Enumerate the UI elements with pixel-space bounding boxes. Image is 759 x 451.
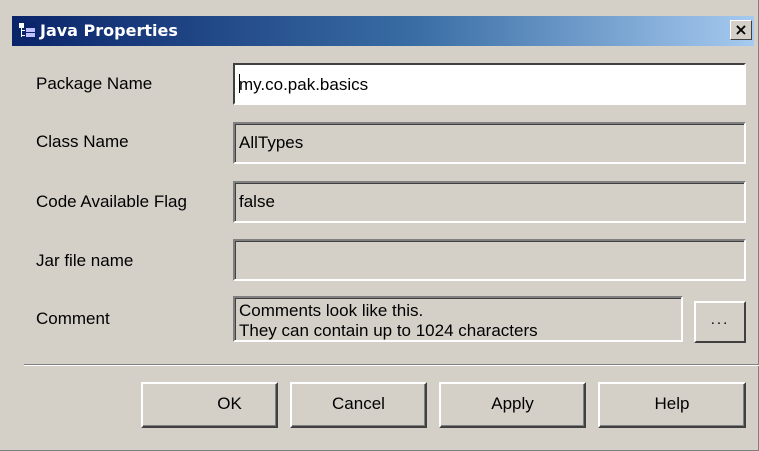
code-available-flag-value: false xyxy=(239,192,275,211)
class-name-label: Class Name xyxy=(36,132,129,151)
code-available-flag-field[interactable]: false xyxy=(233,181,746,223)
comment-label: Comment xyxy=(36,309,110,328)
window-title: Java Properties xyxy=(40,21,178,40)
title-bar[interactable]: Java Properties × xyxy=(12,16,754,46)
cancel-button[interactable]: Cancel xyxy=(290,382,427,428)
class-tree-icon xyxy=(18,22,36,40)
package-name-input[interactable]: my.co.pak.basics xyxy=(233,63,746,105)
help-button[interactable]: Help xyxy=(598,382,746,428)
close-icon: × xyxy=(734,20,748,39)
comment-browse-button[interactable]: ... xyxy=(694,301,746,343)
package-name-label: Package Name xyxy=(36,74,153,93)
class-name-field[interactable]: AllTypes xyxy=(233,122,746,164)
separator xyxy=(24,364,759,366)
comment-field[interactable]: Comments look like this. They can contai… xyxy=(233,296,683,342)
jar-file-name-field[interactable] xyxy=(233,239,746,281)
apply-button[interactable]: Apply xyxy=(439,382,586,428)
jar-file-name-label: Jar file name xyxy=(36,251,134,270)
code-available-flag-label: Code Available Flag xyxy=(36,192,187,211)
close-button[interactable]: × xyxy=(730,20,752,40)
ok-button[interactable]: OK xyxy=(141,382,278,428)
java-properties-dialog: Java Properties × Package Name my.co.pak… xyxy=(0,0,759,451)
ellipsis-icon: ... xyxy=(710,311,730,328)
comment-line-1: Comments look like this. xyxy=(239,301,424,320)
class-name-value: AllTypes xyxy=(239,133,304,152)
comment-line-2: They can contain up to 1024 characters xyxy=(239,321,538,340)
package-name-value: my.co.pak.basics xyxy=(239,75,369,94)
